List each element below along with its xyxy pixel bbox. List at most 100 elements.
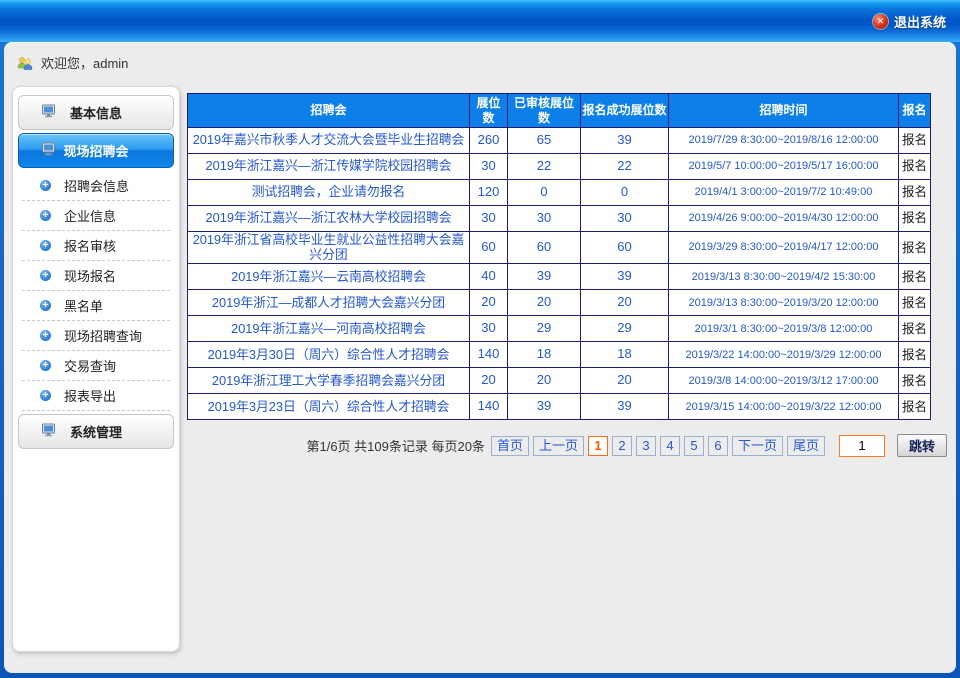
table-row: 2019年浙江省高校毕业生就业公益性招聘大会嘉兴分团6060602019/3/2…	[188, 232, 931, 264]
sidebar-item-onsite-signup[interactable]: +现场报名	[22, 261, 170, 291]
content-panel: 欢迎您，admin 基本信息现场招聘会+招聘会信息+企业信息+报名审核+现场报名…	[4, 42, 956, 673]
sidebar-item-basic-info[interactable]: 基本信息	[18, 95, 174, 130]
booth-count: 60	[470, 232, 508, 264]
fair-time: 2019/4/26 9:00:00~2019/4/30 12:00:00	[669, 206, 899, 232]
pagination-last-button[interactable]: 尾页	[787, 436, 825, 456]
column-header-6: 报名	[899, 94, 931, 128]
plus-circle-icon: +	[40, 300, 51, 311]
success-booth-count: 39	[581, 394, 669, 420]
pagination: 第1/6页 共109条记录 每页20条 首页 上一页 123456 下一页 尾页…	[187, 434, 947, 457]
signup-link[interactable]: 报名	[899, 316, 931, 342]
menu-sub-label: 黑名单	[64, 296, 103, 315]
fair-time: 2019/4/1 3:00:00~2019/7/2 10:49:00	[669, 180, 899, 206]
table-row: 2019年浙江嘉兴—浙江传媒学院校园招聘会3022222019/5/7 10:0…	[188, 154, 931, 180]
signup-link[interactable]: 报名	[899, 264, 931, 290]
signup-link[interactable]: 报名	[899, 180, 931, 206]
booth-count: 30	[470, 154, 508, 180]
menu-sub-label: 报名审核	[64, 236, 116, 255]
sidebar-item-transaction-query[interactable]: +交易查询	[22, 351, 170, 381]
sidebar-item-signup-review[interactable]: + 报名审核	[22, 231, 170, 261]
signup-link[interactable]: 报名	[899, 290, 931, 316]
fair-name: 2019年浙江嘉兴—云南高校招聘会	[188, 264, 470, 290]
table-row: 2019年浙江嘉兴—浙江农林大学校园招聘会3030302019/4/26 9:0…	[188, 206, 931, 232]
fair-name: 2019年浙江嘉兴—浙江传媒学院校园招聘会	[188, 154, 470, 180]
plus-circle-icon: +	[40, 180, 51, 191]
pagination-page-1[interactable]: 1	[588, 436, 608, 456]
approved-booth-count: 22	[508, 154, 581, 180]
table-row: 2019年3月23日（周六）综合性人才招聘会14039392019/3/15 1…	[188, 394, 931, 420]
two-users-icon	[16, 56, 34, 70]
pagination-page-2[interactable]: 2	[612, 436, 632, 456]
pagination-first-button[interactable]: 首页	[491, 436, 529, 456]
sidebar-item-system-mgmt[interactable]: 系统管理	[18, 414, 174, 449]
approved-booth-count: 0	[508, 180, 581, 206]
fair-time: 2019/3/13 8:30:00~2019/3/20 12:00:00	[669, 290, 899, 316]
page-jump-button[interactable]: 跳转	[897, 434, 947, 457]
sidebar-item-fair-info[interactable]: +招聘会信息	[22, 171, 170, 201]
fair-time: 2019/3/8 14:00:00~2019/3/12 17:00:00	[669, 368, 899, 394]
sidebar-item-onsite-job-fair[interactable]: 现场招聘会	[18, 133, 174, 168]
sidebar: 基本信息现场招聘会+招聘会信息+企业信息+报名审核+现场报名+黑名单+现场招聘查…	[12, 86, 180, 652]
table-row: 2019年浙江嘉兴—河南高校招聘会3029292019/3/1 8:30:00~…	[188, 316, 931, 342]
menu-group-label: 现场招聘会	[63, 141, 128, 160]
fair-time: 2019/3/29 8:30:00~2019/4/17 12:00:00	[669, 232, 899, 264]
pagination-page-6[interactable]: 6	[708, 436, 728, 456]
sidebar-menu: 基本信息现场招聘会+招聘会信息+企业信息+报名审核+现场报名+黑名单+现场招聘查…	[13, 95, 179, 449]
sidebar-item-onsite-recruit-query[interactable]: +现场招聘查询	[22, 321, 170, 351]
menu-sub-label: 报表导出	[64, 386, 116, 405]
menu-group-label: 基本信息	[70, 103, 122, 122]
fair-name: 2019年浙江—成都人才招聘大会嘉兴分团	[188, 290, 470, 316]
signup-link[interactable]: 报名	[899, 394, 931, 420]
welcome-bar: 欢迎您，admin	[16, 53, 128, 72]
signup-link[interactable]: 报名	[899, 232, 931, 264]
sidebar-item-company-info[interactable]: +企业信息	[22, 201, 170, 231]
approved-booth-count: 20	[508, 290, 581, 316]
signup-link[interactable]: 报名	[899, 368, 931, 394]
table-row: 2019年3月30日（周六）综合性人才招聘会14018182019/3/22 1…	[188, 342, 931, 368]
success-booth-count: 29	[581, 316, 669, 342]
success-booth-count: 18	[581, 342, 669, 368]
pagination-page-4[interactable]: 4	[660, 436, 680, 456]
page-jump-input[interactable]	[839, 435, 885, 457]
approved-booth-count: 18	[508, 342, 581, 368]
menu-group-label: 系统管理	[70, 422, 122, 441]
approved-booth-count: 39	[508, 264, 581, 290]
fair-time: 2019/3/13 8:30:00~2019/4/2 15:30:00	[669, 264, 899, 290]
approved-booth-count: 60	[508, 232, 581, 264]
pagination-page-5[interactable]: 5	[684, 436, 704, 456]
success-booth-count: 39	[581, 128, 669, 154]
sidebar-item-blacklist[interactable]: + 黑名单	[22, 291, 170, 321]
signup-link[interactable]: 报名	[899, 206, 931, 232]
success-booth-count: 39	[581, 264, 669, 290]
pagination-prev-button[interactable]: 上一页	[533, 436, 584, 456]
booth-count: 120	[470, 180, 508, 206]
sidebar-item-report-export[interactable]: +报表导出	[22, 381, 170, 411]
logout-button[interactable]: ✕ 退出系统	[873, 12, 946, 31]
table-row: 测试招聘会，企业请勿报名120002019/4/1 3:00:00~2019/7…	[188, 180, 931, 206]
pagination-page-3[interactable]: 3	[636, 436, 656, 456]
signup-link[interactable]: 报名	[899, 342, 931, 368]
booth-count: 30	[470, 206, 508, 232]
success-booth-count: 30	[581, 206, 669, 232]
fair-name: 2019年嘉兴市秋季人才交流大会暨毕业生招聘会	[188, 128, 470, 154]
fair-time: 2019/3/1 8:30:00~2019/3/8 12:00:00	[669, 316, 899, 342]
menu-sub-label: 现场报名	[64, 266, 116, 285]
table-row: 2019年浙江嘉兴—云南高校招聘会4039392019/3/13 8:30:00…	[188, 264, 931, 290]
approved-booth-count: 65	[508, 128, 581, 154]
plus-circle-icon: +	[40, 360, 51, 371]
logout-label: 退出系统	[894, 12, 946, 31]
menu-sub-label: 现场招聘查询	[64, 326, 142, 345]
pagination-next-button[interactable]: 下一页	[732, 436, 783, 456]
welcome-text: 欢迎您，admin	[41, 53, 128, 72]
approved-booth-count: 20	[508, 368, 581, 394]
signup-link[interactable]: 报名	[899, 154, 931, 180]
booth-count: 40	[470, 264, 508, 290]
plus-circle-icon: +	[40, 240, 51, 251]
column-header-2: 展位数	[470, 94, 508, 128]
logout-x-icon: ✕	[873, 14, 888, 29]
approved-booth-count: 29	[508, 316, 581, 342]
signup-link[interactable]: 报名	[899, 128, 931, 154]
fair-name: 2019年浙江嘉兴—浙江农林大学校园招聘会	[188, 206, 470, 232]
column-header-3: 已审核展位数	[508, 94, 581, 128]
success-booth-count: 20	[581, 368, 669, 394]
